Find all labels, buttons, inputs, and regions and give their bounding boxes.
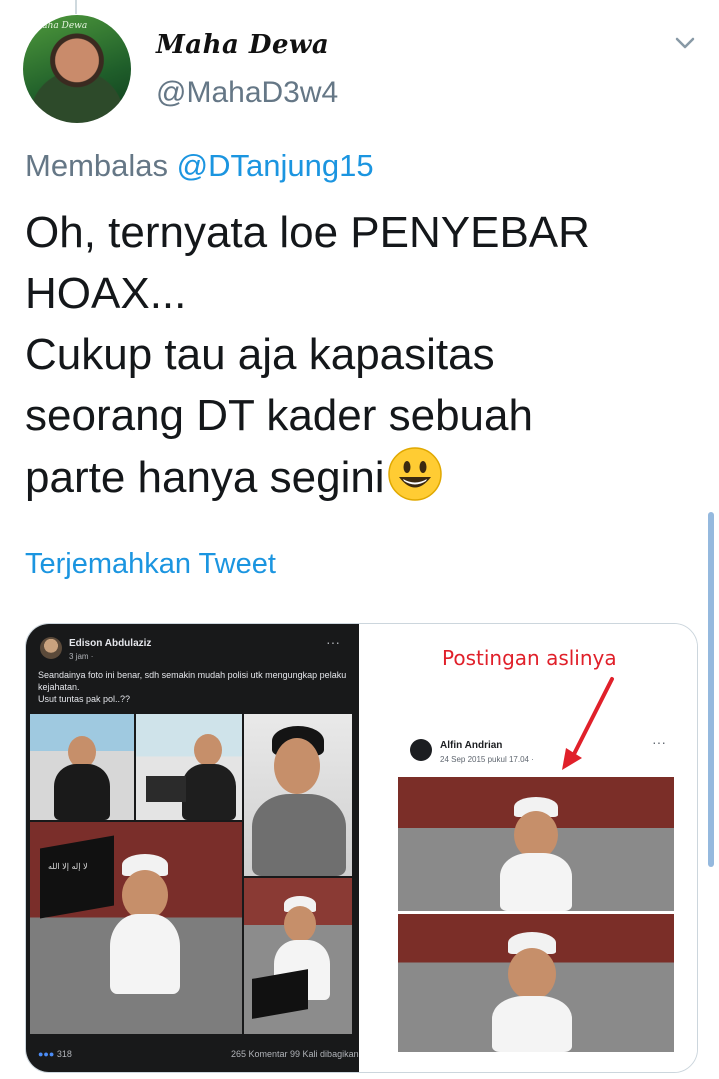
more-options-icon: ···	[652, 734, 666, 750]
media-image-left[interactable]: Edison Abdulaziz 3 jam · ··· Seandainya …	[26, 624, 359, 1072]
chevron-down-icon[interactable]	[672, 30, 698, 56]
red-arrow-icon	[562, 677, 614, 770]
tweet-text: Oh, ternyata loe PENYEBAR HOAX... Cukup …	[25, 202, 705, 508]
fb-avatar	[40, 637, 62, 659]
photo-original-top	[398, 777, 674, 911]
photo-boy-laptop	[136, 714, 242, 820]
avatar-watermark: Maha Dewa	[33, 21, 88, 31]
scrollbar[interactable]	[708, 512, 714, 867]
thread-connector-line	[75, 0, 77, 14]
avatar[interactable]: Maha Dewa	[23, 15, 131, 123]
grinning-face-emoji-icon	[387, 447, 442, 501]
fb-post-caption: Seandainya foto ini benar, sdh semakin m…	[38, 670, 347, 704]
annotation-text: Postingan aslinya	[442, 646, 617, 670]
tweet-body: Oh, ternyata loe PENYEBAR HOAX... Cukup …	[25, 208, 590, 502]
reply-context: Membalas @DTanjung15	[25, 148, 374, 184]
fb-post-time: 3 jam ·	[69, 652, 94, 661]
reaction-icons: ●●●	[38, 1049, 55, 1059]
media-image-right[interactable]: Postingan aslinya Alfin Andrian 24 Sep 2…	[362, 624, 697, 1072]
fb-original-author: Alfin Andrian	[440, 740, 503, 751]
photo-boy-flag-large: لا إله إلا الله	[30, 822, 242, 1034]
more-options-icon: ···	[326, 634, 340, 650]
fb-post-stats: 265 Komentar 99 Kali dibagikan	[231, 1049, 359, 1059]
fb-reaction-count: 318	[56, 1049, 72, 1059]
photo-original-bottom	[398, 914, 674, 1052]
photo-boy-desk	[30, 714, 134, 820]
photo-boy-hoodie	[244, 714, 352, 876]
fb-original-time: 24 Sep 2015 pukul 17.04 ·	[440, 755, 534, 764]
translate-tweet-link[interactable]: Terjemahkan Tweet	[25, 548, 276, 581]
fb-post-author: Edison Abdulaziz	[69, 638, 152, 649]
tweet-media[interactable]: Edison Abdulaziz 3 jam · ··· Seandainya …	[25, 623, 698, 1073]
user-handle[interactable]: @MahaD3w4	[156, 76, 338, 110]
reply-prefix: Membalas	[25, 148, 168, 183]
fb-reactions: ●●● 318	[38, 1049, 72, 1059]
photo-boy-flag-small	[244, 878, 352, 1034]
reply-to-link[interactable]: @DTanjung15	[177, 148, 374, 183]
display-name[interactable]: Maha Dewa	[156, 30, 329, 60]
fb-avatar-original	[410, 739, 432, 761]
